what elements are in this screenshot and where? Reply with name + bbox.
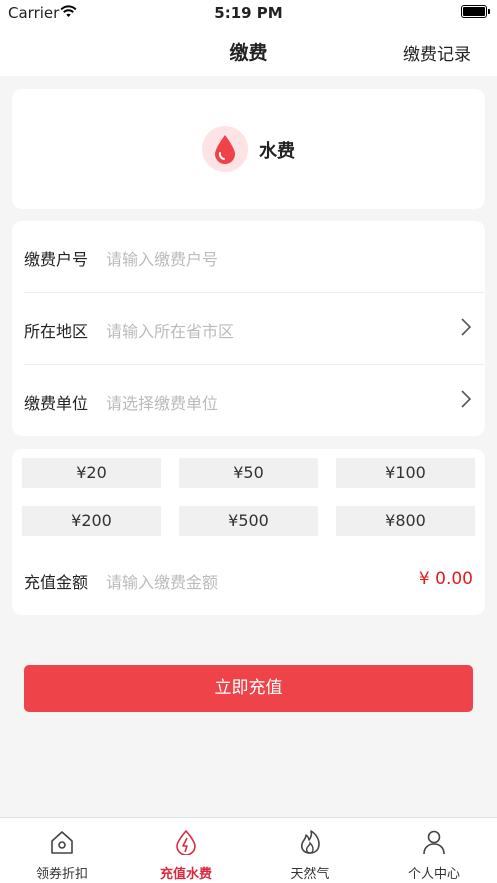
amount-card: ¥20 ¥50 ¥100 ¥200 ¥500 ¥800 充值金额 请输入缴费金额…	[12, 449, 485, 615]
tab-label: 个人中心	[407, 867, 460, 882]
tab-label: 天然气	[290, 867, 330, 882]
amount-option[interactable]: ¥500	[179, 506, 318, 536]
battery-icon	[461, 5, 487, 18]
person-icon	[423, 830, 445, 855]
recharge-button[interactable]: 立即充值	[24, 665, 473, 712]
status-bar: Carrier 5:19 PM	[0, 0, 497, 26]
clock: 5:19 PM	[214, 4, 283, 22]
account-number-input[interactable]: 请输入缴费户号	[106, 246, 218, 270]
flame-icon	[300, 830, 320, 854]
amount-option[interactable]: ¥800	[336, 506, 475, 536]
custom-amount-row: 充值金额 请输入缴费金额 ¥ 0.00	[12, 559, 485, 599]
nav-bar: 缴费 缴费记录	[0, 26, 497, 76]
region-row[interactable]: 所在地区 请输入所在省市区	[12, 293, 485, 365]
tab-profile[interactable]: 个人中心	[372, 818, 496, 883]
payment-unit-label: 缴费单位	[24, 394, 89, 413]
region-label: 所在地区	[24, 322, 89, 341]
amount-option[interactable]: ¥50	[179, 458, 318, 488]
tab-label: 充值水费	[159, 867, 212, 882]
account-number-label: 缴费户号	[24, 250, 89, 269]
payment-unit-select[interactable]: 请选择缴费单位	[106, 390, 218, 414]
amount-option[interactable]: ¥100	[336, 458, 475, 488]
water-drop-icon	[202, 126, 248, 172]
service-card: 水费	[12, 89, 485, 209]
account-number-row[interactable]: 缴费户号 请输入缴费户号	[12, 221, 485, 293]
home-icon	[51, 831, 73, 854]
chevron-right-icon	[461, 318, 472, 340]
total-amount: ¥ 0.00	[418, 569, 473, 589]
service-name: 水费	[259, 141, 295, 162]
tab-bar: 领券折扣 充值水费 天然气 个人中心	[0, 817, 497, 883]
payment-unit-row[interactable]: 缴费单位 请选择缴费单位	[12, 365, 485, 437]
payment-record-link[interactable]: 缴费记录	[403, 40, 471, 65]
region-input[interactable]: 请输入所在省市区	[106, 318, 234, 342]
payment-form: 缴费户号 请输入缴费户号 所在地区 请输入所在省市区 缴费单位 请选择缴费单位	[12, 221, 485, 436]
amount-option[interactable]: ¥20	[22, 458, 161, 488]
chevron-right-icon	[461, 390, 472, 412]
tab-natural-gas[interactable]: 天然气	[248, 818, 372, 883]
amount-option[interactable]: ¥200	[22, 506, 161, 536]
lightning-icon	[176, 829, 196, 855]
tab-water-recharge[interactable]: 充值水费	[124, 818, 248, 883]
custom-amount-input[interactable]: 请输入缴费金额	[106, 569, 218, 593]
tab-coupons[interactable]: 领券折扣	[0, 818, 124, 883]
tab-label: 领券折扣	[35, 867, 88, 882]
custom-amount-label: 充值金额	[24, 573, 89, 592]
